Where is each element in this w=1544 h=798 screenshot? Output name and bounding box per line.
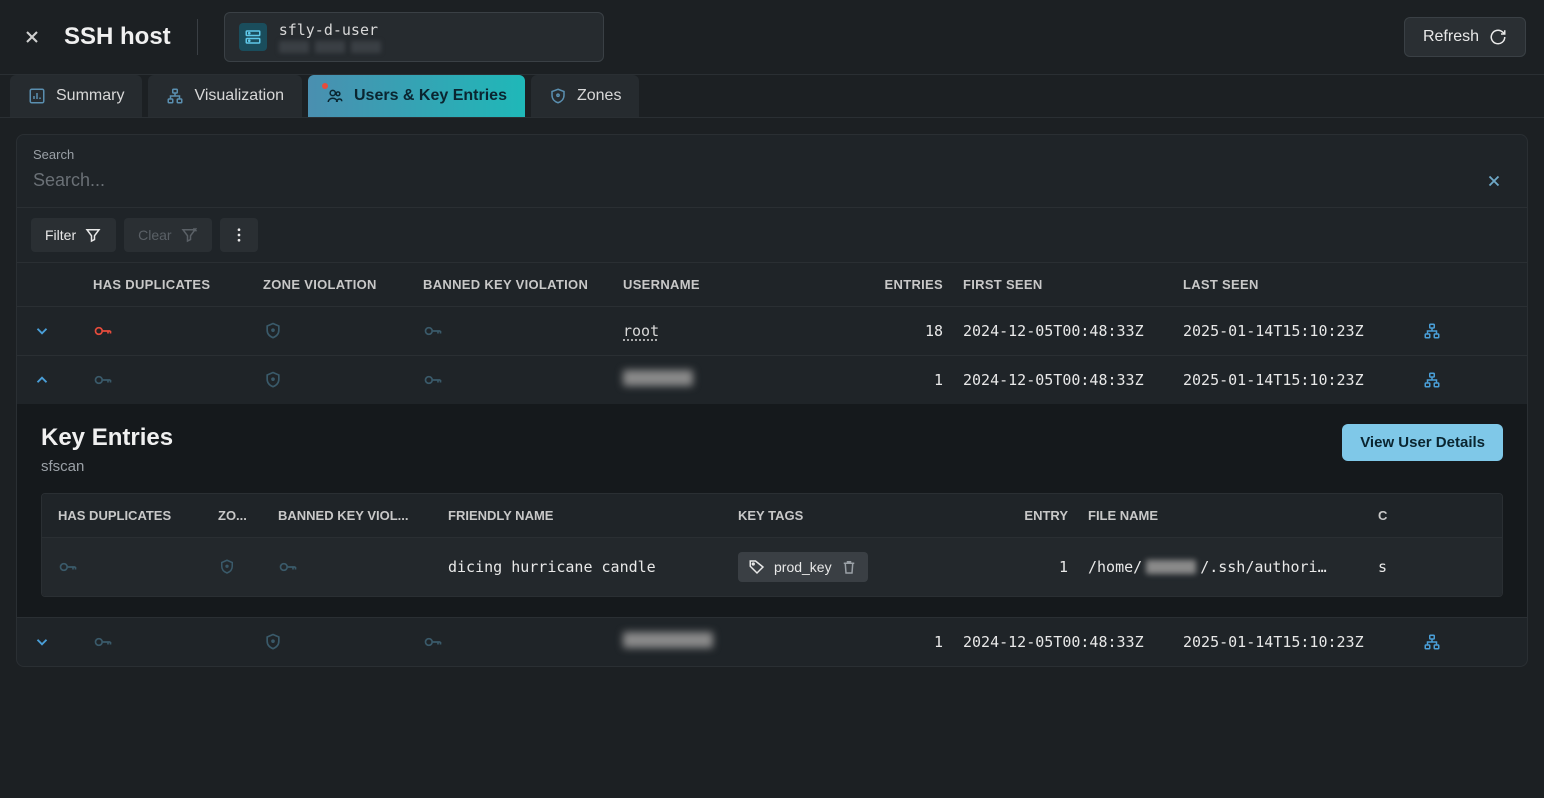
chevron-down-icon: [33, 633, 51, 651]
expand-toggle[interactable]: [33, 322, 93, 340]
tab-visualization[interactable]: Visualization: [148, 75, 302, 117]
chevron-up-icon: [33, 371, 51, 389]
tabs: Summary Visualization Users & Key Entrie…: [0, 75, 1544, 118]
chevron-down-icon: [33, 322, 51, 340]
entry-cell: 1: [1008, 558, 1088, 576]
sub-title: Key Entries: [41, 424, 173, 452]
close-button[interactable]: [18, 23, 46, 51]
col-key-tags: KEY TAGS: [738, 508, 1008, 523]
host-chip[interactable]: sfly-d-user: [224, 12, 604, 62]
username-cell: [623, 370, 843, 390]
expand-toggle[interactable]: [33, 371, 93, 389]
shield-icon: [549, 87, 567, 105]
clear-button[interactable]: Clear: [124, 218, 211, 252]
col-has-duplicates: HAS DUPLICATES: [93, 277, 263, 292]
file-name-cell: /home/ /.ssh/authori…: [1088, 558, 1378, 576]
tree-icon[interactable]: [1423, 633, 1483, 651]
col-has-duplicates: HAS DUPLICATES: [58, 508, 218, 523]
col-entry: ENTRY: [1008, 508, 1088, 523]
first-seen-cell: 2024-12-05T00:48:33Z: [963, 322, 1183, 340]
friendly-name-cell: dicing hurricane candle: [448, 558, 738, 576]
shield-icon: [263, 321, 423, 341]
col-entries: ENTRIES: [843, 277, 963, 292]
key-icon: [423, 370, 623, 390]
last-seen-cell: 2025-01-14T15:10:23Z: [1183, 322, 1423, 340]
username-cell[interactable]: root: [623, 322, 843, 340]
key-icon: [423, 632, 623, 652]
table-row[interactable]: 1 2024-12-05T00:48:33Z 2025-01-14T15:10:…: [17, 617, 1527, 666]
shield-icon: [218, 558, 278, 576]
key-entries-sub-panel: Key Entries sfscan View User Details HAS…: [17, 404, 1527, 617]
view-user-details-button[interactable]: View User Details: [1342, 424, 1503, 461]
shield-icon: [263, 632, 423, 652]
host-sub-redacted: [279, 41, 381, 53]
server-icon: [239, 23, 267, 51]
table-row[interactable]: root 18 2024-12-05T00:48:33Z 2025-01-14T…: [17, 306, 1527, 355]
sub-subtitle: sfscan: [41, 458, 173, 475]
first-seen-cell: 2024-12-05T00:48:33Z: [963, 371, 1183, 389]
col-friendly-name: FRIENDLY NAME: [448, 508, 738, 523]
divider: [197, 19, 198, 55]
col-banned: BANNED KEY VIOL...: [278, 508, 448, 523]
shield-icon: [263, 370, 423, 390]
col-zone-violation: ZONE VIOLATION: [263, 277, 423, 292]
delete-tag-icon[interactable]: [840, 558, 858, 576]
filter-clear-icon: [180, 226, 198, 244]
filter-icon: [84, 226, 102, 244]
alert-dot: [322, 83, 328, 89]
last-seen-cell: 2025-01-14T15:10:23Z: [1183, 633, 1423, 651]
host-name: sfly-d-user: [279, 21, 381, 39]
entries-cell: 1: [843, 633, 963, 651]
col-file-name: FILE NAME: [1088, 508, 1378, 523]
key-icon: [58, 557, 218, 577]
refresh-button[interactable]: Refresh: [1404, 17, 1526, 57]
tab-summary[interactable]: Summary: [10, 75, 142, 117]
tab-users-key-entries[interactable]: Users & Key Entries: [308, 75, 525, 117]
col-banned-key: BANNED KEY VIOLATION: [423, 277, 623, 292]
first-seen-cell: 2024-12-05T00:48:33Z: [963, 633, 1183, 651]
main-panel: Search Filter Clear HAS: [16, 134, 1528, 667]
tree-icon[interactable]: [1423, 322, 1483, 340]
more-vertical-icon: [230, 226, 248, 244]
key-tags-cell: prod_key: [738, 552, 1008, 582]
tree-icon[interactable]: [1423, 371, 1483, 389]
search-label: Search: [33, 147, 1511, 162]
search-input[interactable]: [33, 166, 1477, 195]
col-username: USERNAME: [623, 277, 843, 292]
users-icon: [326, 87, 344, 105]
col-c: C: [1378, 508, 1418, 523]
more-button[interactable]: [220, 218, 258, 252]
dashboard-icon: [28, 87, 46, 105]
key-icon: [423, 321, 623, 341]
search-clear-icon[interactable]: [1477, 168, 1511, 194]
last-seen-cell: 2025-01-14T15:10:23Z: [1183, 371, 1423, 389]
tag[interactable]: prod_key: [738, 552, 868, 582]
col-zone: ZO...: [218, 508, 278, 523]
table-header: HAS DUPLICATES ZONE VIOLATION BANNED KEY…: [17, 262, 1527, 306]
tag-icon: [748, 558, 766, 576]
col-last-seen: LAST SEEN: [1183, 277, 1423, 292]
inner-table-row[interactable]: dicing hurricane candle prod_key 1 /home…: [42, 538, 1502, 596]
expand-toggle[interactable]: [33, 633, 93, 651]
username-cell: [623, 632, 843, 652]
key-icon: [93, 370, 263, 390]
sitemap-icon: [166, 87, 184, 105]
filter-button[interactable]: Filter: [31, 218, 116, 252]
key-icon: [93, 632, 263, 652]
col-first-seen: FIRST SEEN: [963, 277, 1183, 292]
table-row[interactable]: 1 2024-12-05T00:48:33Z 2025-01-14T15:10:…: [17, 355, 1527, 404]
key-icon: [278, 557, 448, 577]
entries-cell: 18: [843, 322, 963, 340]
tab-zones[interactable]: Zones: [531, 75, 639, 117]
entries-cell: 1: [843, 371, 963, 389]
page-title: SSH host: [64, 23, 171, 51]
inner-table-header: HAS DUPLICATES ZO... BANNED KEY VIOL... …: [42, 494, 1502, 538]
key-icon: [93, 321, 263, 341]
c-cell: s: [1378, 558, 1418, 576]
